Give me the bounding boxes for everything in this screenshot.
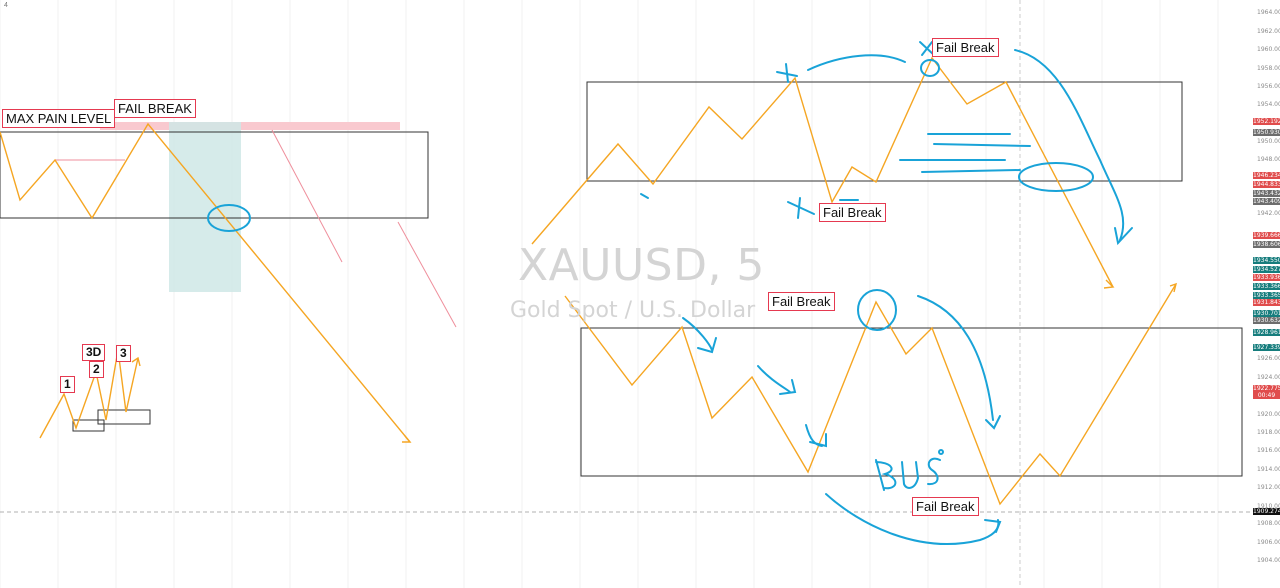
price-axis-tick: 1904.000 (1257, 557, 1280, 564)
price-axis-tick: 1924.000 (1257, 374, 1280, 381)
price-tag: 1946.234 (1253, 172, 1280, 179)
price-axis-tick: 1918.000 (1257, 429, 1280, 436)
price-tag: 1933.366 (1253, 283, 1280, 290)
price-tag: 1928.961 (1253, 329, 1280, 336)
price-tag: 1934.527 (1253, 266, 1280, 273)
price-axis-tick: 1914.000 (1257, 466, 1280, 473)
chart-canvas[interactable]: XAUUSD, 5 Gold Spot / U.S. Dollar 4 MAX … (0, 0, 1280, 588)
price-axis-tick: 1948.000 (1257, 156, 1280, 163)
grid-lines (0, 0, 1219, 588)
price-axis-tick: 1912.000 (1257, 484, 1280, 491)
price-tag: 1933.936 (1253, 274, 1280, 281)
price-axis-tick: 1942.000 (1257, 210, 1280, 217)
price-tag: 1939.666 (1253, 232, 1280, 239)
price-axis-tick: 1960.000 (1257, 46, 1280, 53)
price-tag: 1927.339 (1253, 344, 1280, 351)
price-tag: 1943.432 (1253, 190, 1280, 197)
price-axis-tick: 1916.000 (1257, 447, 1280, 454)
price-tag: 1938.606 (1253, 241, 1280, 248)
watermark-symbol: XAUUSD, 5 (518, 240, 765, 291)
price-axis-tick: 1954.000 (1257, 101, 1280, 108)
count-label-2: 2 (89, 361, 104, 378)
lower-right-range-box (580, 327, 1243, 477)
price-tag: 1933.365 (1253, 292, 1280, 299)
price-axis-tick: 1962.000 (1257, 28, 1280, 35)
label-fail-break-lower-left: Fail Break (768, 292, 835, 311)
teal-zone (169, 122, 241, 292)
price-axis-tick: 1950.000 (1257, 138, 1280, 145)
price-axis-tick: 1908.000 (1257, 520, 1280, 527)
price-tag: 1944.833 (1253, 181, 1280, 188)
count-label-3d: 3D (82, 344, 106, 361)
price-tag: 1931.843 (1253, 299, 1280, 306)
blue-annotations (207, 41, 1133, 545)
label-fail-break-upper-left: FAIL BREAK (114, 99, 196, 118)
price-axis-tick: 1926.000 (1257, 355, 1280, 362)
price-tag: 1930.632 (1253, 317, 1280, 324)
count-label-3: 3 (116, 345, 131, 362)
price-axis-tick: 1956.000 (1257, 83, 1280, 90)
price-tag: 1950.930 (1253, 129, 1280, 136)
price-axis-tick: 1958.000 (1257, 65, 1280, 72)
price-tag: 1922.775 (1253, 385, 1280, 392)
pink-arrows (55, 129, 457, 328)
price-axis-tick: 1906.000 (1257, 539, 1280, 546)
price-tag: 1952.192 (1253, 118, 1280, 125)
chart-svg (0, 0, 1252, 588)
price-tag: 1930.701 (1253, 310, 1280, 317)
watermark-description: Gold Spot / U.S. Dollar (510, 298, 756, 323)
upper-right-range-box (586, 81, 1183, 182)
label-fail-break-mid: Fail Break (819, 203, 886, 222)
price-axis-tick: 1920.000 (1257, 411, 1280, 418)
price-tag: 1909.274 (1253, 508, 1280, 515)
price-tag: 00:49 (1253, 392, 1280, 399)
label-fail-break-top: Fail Break (932, 38, 999, 57)
label-fail-break-bottom: Fail Break (912, 497, 979, 516)
price-tag: 1934.550 (1253, 257, 1280, 264)
count-label-1: 1 (60, 376, 75, 393)
price-axis-tick: 1964.000 (1257, 9, 1280, 16)
price-tag: 1943.409 (1253, 198, 1280, 205)
label-max-pain-level: MAX PAIN LEVEL (2, 109, 116, 128)
toolbar-corner-badge[interactable]: 4 (4, 2, 8, 9)
